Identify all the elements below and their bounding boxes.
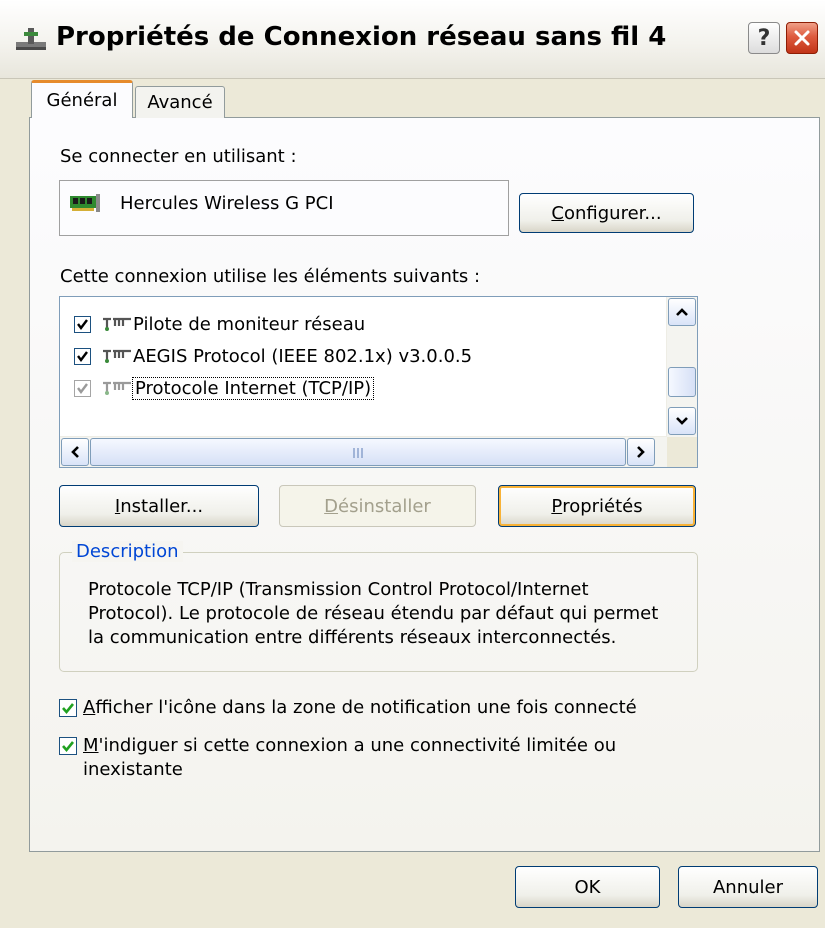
uninstall-label-after: ésinstaller: [338, 495, 431, 517]
adapter-box: Hercules Wireless G PCI: [59, 180, 509, 236]
show-icon-label-mnemonic: A: [83, 697, 96, 718]
components-label: Cette connexion utilise les éléments sui…: [60, 266, 481, 287]
network-card-icon: [70, 194, 100, 212]
scroll-down-button[interactable]: [668, 407, 696, 435]
show-icon-label-after: fficher l'icône dans la zone de notifica…: [95, 697, 637, 718]
description-title: Description: [72, 541, 183, 562]
components-list[interactable]: Pilote de moniteur réseau AEGIS Protocol…: [59, 296, 698, 468]
ok-button[interactable]: OK: [515, 866, 660, 908]
checkmark-icon: [77, 350, 88, 362]
limited-connectivity-checkbox[interactable]: [59, 737, 77, 755]
checkmark-icon: [77, 318, 88, 330]
network-protocol-icon: [103, 349, 131, 363]
component-checkbox[interactable]: [74, 347, 91, 365]
component-label-selected: Protocole Internet (TCP/IP): [131, 376, 375, 400]
limited-label-after: 'indiguer si cette connexion a une conne…: [83, 735, 617, 780]
install-label-after: nstaller...: [120, 495, 204, 517]
network-connection-icon: [16, 28, 46, 50]
scroll-up-button[interactable]: [668, 298, 696, 326]
window-title: Propriétés de Connexion réseau sans fil …: [56, 22, 667, 52]
uninstall-button[interactable]: Désinstaller: [279, 485, 476, 527]
list-item[interactable]: AEGIS Protocol (IEEE 802.1x) v3.0.0.5: [74, 341, 472, 371]
scroll-left-button[interactable]: [61, 438, 89, 466]
checkmark-icon: [62, 703, 75, 715]
component-checkbox[interactable]: [74, 379, 91, 397]
install-button[interactable]: Installer...: [59, 485, 259, 527]
list-item[interactable]: Protocole Internet (TCP/IP): [74, 373, 375, 403]
properties-button[interactable]: Propriétés: [498, 485, 696, 527]
checkmark-icon: [62, 741, 75, 753]
configure-label-mnemonic: C: [551, 202, 564, 224]
vertical-scroll-thumb[interactable]: [668, 367, 696, 397]
network-protocol-icon: [103, 317, 131, 331]
scrollbar-corner: [667, 437, 697, 467]
grip-icon: [353, 448, 363, 458]
limited-label-mnemonic: M: [83, 735, 99, 756]
show-icon-label[interactable]: Afficher l'icône dans la zone de notific…: [83, 696, 703, 720]
limited-connectivity-label[interactable]: M'indiguer si cette connexion a une conn…: [83, 734, 663, 782]
horizontal-scroll-thumb[interactable]: [90, 438, 626, 466]
chevron-up-icon: [676, 308, 688, 316]
close-icon: [794, 30, 810, 46]
tab-advanced[interactable]: Avancé: [135, 86, 225, 118]
component-label: Pilote de moniteur réseau: [133, 313, 366, 335]
adapter-name: Hercules Wireless G PCI: [120, 193, 334, 214]
tab-general[interactable]: Général: [31, 80, 133, 118]
title-bar[interactable]: Propriétés de Connexion réseau sans fil …: [0, 0, 825, 79]
configure-button[interactable]: Configurer...: [519, 193, 694, 233]
description-text: Protocole TCP/IP (Transmission Control P…: [88, 579, 659, 648]
cancel-button[interactable]: Annuler: [678, 866, 818, 908]
checkmark-icon: [77, 382, 88, 394]
configure-label-after: onfigurer...: [563, 202, 662, 224]
list-item[interactable]: Pilote de moniteur réseau: [74, 309, 365, 339]
scroll-right-button[interactable]: [627, 438, 655, 466]
show-icon-checkbox[interactable]: [59, 699, 77, 717]
component-checkbox[interactable]: [74, 315, 91, 333]
close-button[interactable]: [786, 22, 818, 54]
help-button[interactable]: ?: [748, 22, 780, 54]
chevron-down-icon: [676, 417, 688, 425]
properties-dialog: Propriétés de Connexion réseau sans fil …: [0, 0, 825, 928]
component-label: AEGIS Protocol (IEEE 802.1x) v3.0.0.5: [133, 345, 473, 367]
properties-label-mnemonic: P: [551, 495, 563, 517]
properties-label-after: ropriétés: [562, 495, 643, 517]
network-protocol-icon: [103, 381, 131, 395]
chevron-right-icon: [637, 446, 645, 458]
chevron-left-icon: [71, 446, 79, 458]
connect-using-label: Se connecter en utilisant :: [60, 146, 297, 167]
horizontal-scrollbar[interactable]: [60, 436, 667, 467]
vertical-scrollbar[interactable]: [666, 297, 697, 437]
uninstall-label-mnemonic: D: [324, 495, 339, 517]
